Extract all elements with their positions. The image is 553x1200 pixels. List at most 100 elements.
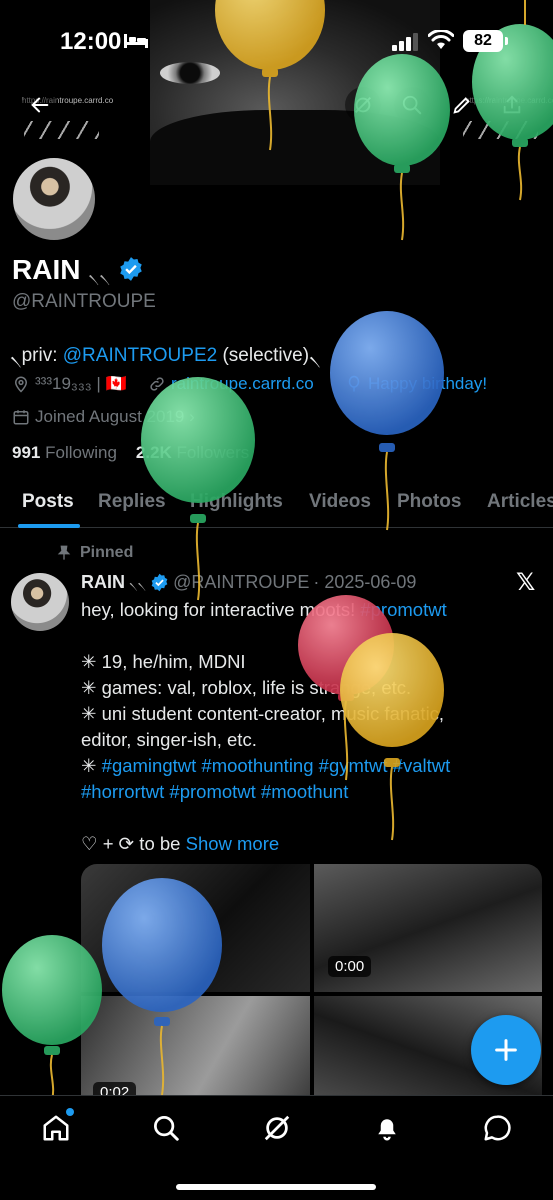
video-duration-badge: 0:00 [328, 956, 372, 977]
grok-icon [355, 97, 371, 113]
search-icon [154, 1116, 179, 1141]
post-line: ✳ 19, he/him, MDNI [81, 649, 546, 675]
status-bar: 12:00 82 [0, 0, 553, 80]
location-text: ³³³19₃₃₃ | 🇨🇦 [35, 374, 127, 393]
search-icon [402, 95, 422, 115]
profile-name-suffix: ৲৲ [88, 263, 111, 283]
verified-badge-icon[interactable] [118, 256, 144, 282]
media-thumbnail[interactable]: 0:00 [314, 864, 542, 992]
post-line-text: ✳ 19, he/him, MDNI [81, 651, 246, 672]
post-footer-line: ♡ + ⟳ to be Show more [81, 831, 546, 857]
search-button[interactable] [394, 87, 430, 123]
home-notification-dot [66, 1108, 74, 1116]
profile-location: ³³³19₃₃₃ | 🇨🇦 [12, 374, 127, 394]
grok-icon [264, 1115, 290, 1141]
post-line-text: ✳ uni student content-creator, music fan… [81, 703, 445, 724]
pin-icon [57, 545, 71, 560]
status-time: 12:00 [60, 28, 122, 55]
post-line: hey, looking for interactive moots! #pro… [81, 597, 546, 623]
media-thumbnail[interactable] [81, 864, 310, 992]
nav-notifications[interactable] [369, 1110, 405, 1146]
banner-stripes-right [463, 121, 538, 139]
post-header: RAIN ৲৲ @RAINTROUPE · 2025-06-09 [81, 570, 416, 594]
home-icon [43, 1115, 69, 1141]
plus-icon [495, 1039, 517, 1061]
banner-stripes-left [24, 121, 99, 139]
tab-highlights[interactable]: Highlights [190, 491, 283, 513]
post-line: ✳ uni student content-creator, music fan… [81, 701, 546, 727]
pinned-text: Pinned [80, 544, 134, 561]
profile-bio: ৲priv: @RAINTROUPE2 (selective)৲ [10, 341, 321, 373]
share-icon [503, 95, 521, 114]
birthday-text: Happy birthday! [368, 374, 488, 393]
post-line-text: ✳ games: val, roblox, life is strange, e… [81, 677, 412, 698]
bio-mention-link[interactable]: @RAINTROUPE2 [63, 345, 217, 366]
post-line: editor, singer-ish, etc. [81, 727, 546, 753]
profile-joined: Joined August 2019 › [12, 407, 195, 427]
notifications-icon [378, 1119, 396, 1141]
banner-mask [150, 110, 440, 185]
post-line-text: editor, singer-ish, etc. [81, 729, 257, 750]
profile-name: RAIN ৲৲ [12, 254, 144, 290]
post-author-name[interactable]: RAIN [81, 572, 125, 593]
tab-posts[interactable]: Posts [22, 491, 74, 513]
home-indicator [176, 1184, 376, 1190]
hashtag-link[interactable]: #horrortwt #promotwt #moothunt [81, 781, 348, 802]
sleep-focus-icon [124, 34, 148, 48]
profile-tabs: Posts Replies Highlights Videos Photos A… [0, 478, 553, 528]
nav-grok[interactable] [259, 1110, 295, 1146]
tab-photos[interactable]: Photos [397, 491, 461, 513]
post-line [81, 805, 546, 831]
media-thumbnail[interactable]: 0:02 [81, 996, 310, 1096]
post-text: hey, looking for interactive moots! #pro… [81, 597, 546, 857]
followers-count: 2.2K [135, 443, 172, 462]
battery-indicator: 82 [463, 30, 508, 52]
profile-name-text: RAIN [12, 254, 81, 285]
nav-home[interactable] [38, 1108, 74, 1146]
followers-link[interactable]: 2.2K Followers [136, 443, 249, 462]
profile-website[interactable]: raintroupe.carrd.co [148, 374, 314, 394]
tab-replies[interactable]: Replies [98, 491, 166, 513]
followers-label: Followers [176, 443, 250, 462]
balloon-icon [348, 375, 360, 392]
back-button[interactable] [22, 87, 58, 123]
post-line: ✳ #gamingtwt #moothunting #gymtwt #valtw… [81, 753, 546, 779]
calendar-icon [13, 410, 29, 425]
video-duration-badge: 0:02 [93, 1082, 137, 1096]
messages-icon [484, 1115, 511, 1141]
verified-badge-icon [151, 573, 168, 591]
pinned-label: Pinned [56, 544, 133, 562]
edit-button[interactable] [444, 87, 480, 123]
compose-button[interactable] [471, 1015, 541, 1085]
website-link[interactable]: raintroupe.carrd.co [171, 374, 314, 394]
post-line: #horrortwt #promotwt #moothunt [81, 779, 546, 805]
nav-search[interactable] [148, 1110, 184, 1146]
tab-videos[interactable]: Videos [309, 491, 371, 513]
profile-handle: @RAINTROUPE [12, 291, 156, 312]
post-line-text: hey, looking for interactive moots! [81, 599, 361, 620]
post-author-handle[interactable]: @RAINTROUPE [173, 572, 309, 593]
profile-avatar[interactable] [10, 155, 98, 243]
joined-text: Joined August 2019 › [35, 407, 195, 426]
nav-messages[interactable] [479, 1110, 515, 1146]
post-line: ✳ games: val, roblox, life is strange, e… [81, 675, 546, 701]
post-avatar[interactable] [11, 573, 69, 631]
back-arrow-icon [31, 97, 49, 113]
x-logo-icon: 𝕏 [516, 569, 536, 596]
following-link[interactable]: 991 Following [12, 443, 117, 462]
post-line-text: ✳ [81, 755, 102, 776]
edit-icon [453, 97, 470, 114]
cellular-signal-icon [392, 33, 418, 51]
tab-articles[interactable]: Articles [487, 491, 553, 513]
following-count: 991 [12, 443, 41, 462]
share-button[interactable] [494, 87, 530, 123]
active-tab-indicator [18, 524, 80, 528]
location-pin-icon [14, 376, 28, 393]
grok-button[interactable] [345, 87, 381, 123]
hashtag-link[interactable]: #gamingtwt #moothunting #gymtwt #valtwt [102, 755, 451, 776]
hashtag-link[interactable]: #promotwt [360, 599, 446, 620]
bio-suffix: (selective)৲ [217, 345, 321, 366]
show-more-link[interactable]: Show more [186, 833, 280, 854]
post-footer-text: ♡ + ⟳ to be [81, 833, 186, 854]
bio-prefix: ৲priv: [10, 345, 63, 366]
